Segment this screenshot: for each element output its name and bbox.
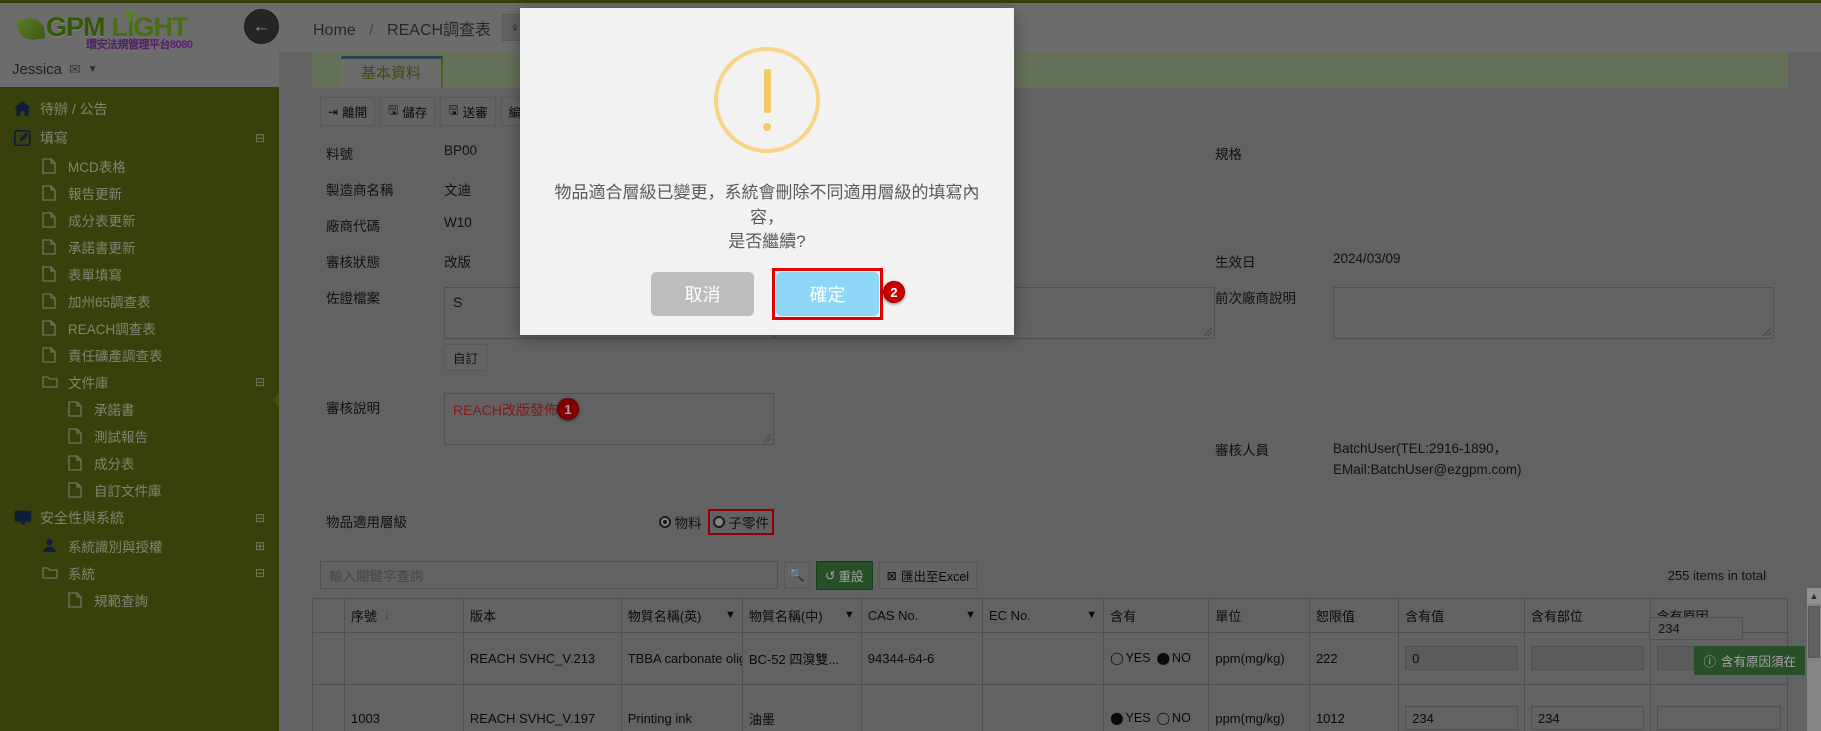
dialog-buttons: 取消 確定	[520, 268, 1014, 320]
confirm-dialog: 物品適合層級已變更，系統會刪除不同適用層級的填寫內容， 是否繼續? 取消 確定	[520, 8, 1014, 335]
confirm-button[interactable]: 確定	[776, 272, 879, 316]
annotation-badge-2: 2	[883, 281, 905, 303]
confirm-button-highlight: 確定	[772, 268, 883, 320]
exclamation-dot	[763, 123, 771, 131]
dialog-message: 物品適合層級已變更，系統會刪除不同適用層級的填寫內容， 是否繼續?	[547, 181, 987, 255]
warning-exclamation-icon	[714, 47, 820, 153]
cancel-button[interactable]: 取消	[651, 272, 754, 316]
dialog-message-line-1: 物品適合層級已變更，系統會刪除不同適用層級的填寫內容，	[554, 183, 980, 227]
exclamation-bar	[763, 69, 771, 113]
dialog-message-line-2: 是否繼續?	[728, 232, 806, 252]
